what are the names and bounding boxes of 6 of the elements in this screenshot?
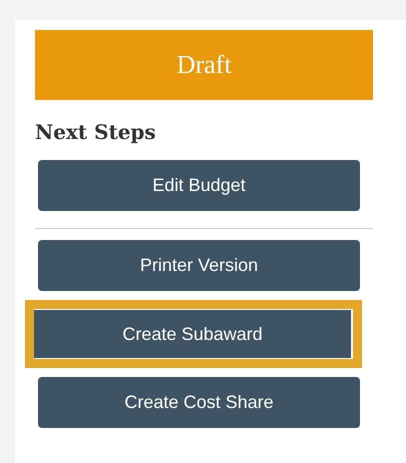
action-button[interactable]: Create Subaward [34, 310, 351, 358]
status-banner: Draft [35, 30, 373, 100]
action-button[interactable]: Create Cost Share [38, 377, 360, 428]
action-button[interactable]: Printer Version [38, 240, 360, 291]
action-button[interactable]: Edit Budget [38, 160, 360, 211]
section-heading: Next Steps [35, 120, 157, 144]
